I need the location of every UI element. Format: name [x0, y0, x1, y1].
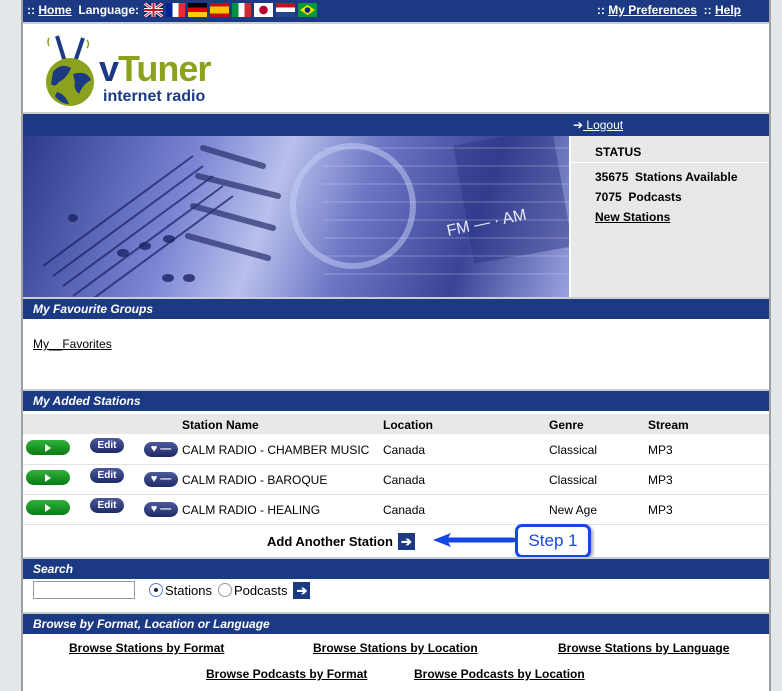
- japan-flag-icon[interactable]: [254, 3, 274, 17]
- edit-button[interactable]: Edit: [90, 468, 124, 483]
- arrow-right-icon: ➔: [573, 118, 584, 132]
- help-prefix: ::: [703, 3, 712, 17]
- station-genre: Classical: [549, 443, 598, 457]
- status-heading: STATUS: [595, 145, 642, 159]
- status-divider: [571, 162, 769, 163]
- spain-flag-icon[interactable]: [210, 3, 230, 17]
- search-go-button[interactable]: ➔: [293, 581, 311, 599]
- brand-name: vTuner: [99, 48, 211, 89]
- browse-stations-language-link[interactable]: Browse Stations by Language: [558, 641, 729, 655]
- station-location: Canada: [383, 503, 426, 517]
- search-form: Stations Podcasts ➔: [33, 581, 311, 599]
- language-label: Language:: [78, 3, 140, 17]
- home-prefix: ::: [27, 3, 35, 17]
- logout-link[interactable]: ➔ Logout: [573, 118, 623, 132]
- play-button[interactable]: [26, 500, 70, 515]
- remove-favorite-button[interactable]: ♥ —: [144, 502, 178, 517]
- favorites-group-link[interactable]: My__Favorites: [33, 337, 112, 351]
- italy-flag-icon[interactable]: [232, 3, 252, 17]
- podcasts-count: 7075 Podcasts: [595, 190, 682, 204]
- preferences-prefix: ::: [596, 3, 605, 17]
- station-name: CALM RADIO - CHAMBER MUSIC: [182, 443, 370, 457]
- header-logo-area: vTuner internet radio: [23, 22, 769, 112]
- browse-podcasts-location-link[interactable]: Browse Podcasts by Location: [414, 667, 585, 681]
- browse-podcasts-format-link[interactable]: Browse Podcasts by Format: [206, 667, 367, 681]
- section-title: My Favourite Groups: [33, 302, 154, 316]
- remove-favorite-button[interactable]: ♥ —: [144, 442, 178, 457]
- remove-favorite-button[interactable]: ♥ —: [144, 472, 178, 487]
- annotation-arrow-icon: [433, 533, 515, 547]
- station-stream: MP3: [648, 473, 673, 487]
- vtuner-logo[interactable]: vTuner internet radio: [43, 32, 211, 111]
- table-row: Edit ♥ — CALM RADIO - BAROQUE Canada Cla…: [23, 465, 769, 495]
- station-stream: MP3: [648, 443, 673, 457]
- new-stations-link[interactable]: New Stations: [595, 210, 670, 224]
- logout-bar: ➔ Logout: [23, 112, 769, 136]
- brand-tagline: internet radio: [103, 88, 206, 105]
- banner-image: FM — · AM: [23, 136, 569, 297]
- favourite-groups-header: My Favourite Groups: [23, 297, 769, 319]
- section-title: Search: [33, 562, 74, 576]
- station-stream: MP3: [648, 503, 673, 517]
- play-button[interactable]: [26, 470, 70, 485]
- top-nav-bar: :: Home Language: :: My Preferences:: H…: [23, 0, 769, 22]
- stations-radio-label: Stations: [165, 582, 212, 598]
- edit-button[interactable]: Edit: [90, 498, 124, 513]
- station-location: Canada: [383, 473, 426, 487]
- browse-stations-format-link[interactable]: Browse Stations by Format: [69, 641, 224, 655]
- brazil-flag-icon[interactable]: [298, 3, 318, 17]
- my-preferences-link[interactable]: My Preferences: [608, 3, 697, 17]
- play-button[interactable]: [26, 440, 70, 455]
- status-panel: STATUS 35675 Stations Available 7075 Pod…: [571, 136, 769, 297]
- table-row: Edit ♥ — CALM RADIO - CHAMBER MUSIC Cana…: [23, 435, 769, 465]
- germany-flag-icon[interactable]: [188, 3, 208, 17]
- col-location: Location: [383, 418, 433, 432]
- section-title: Browse by Format, Location or Language: [33, 617, 270, 631]
- step-annotation: Step 1: [515, 524, 591, 558]
- podcasts-radio[interactable]: [217, 583, 232, 597]
- france-flag-icon[interactable]: [166, 3, 186, 17]
- added-stations-header: My Added Stations: [23, 389, 769, 411]
- col-genre: Genre: [549, 418, 584, 432]
- home-link[interactable]: Home: [38, 3, 71, 17]
- station-genre: New Age: [549, 503, 598, 517]
- arrow-right-icon[interactable]: ➔: [397, 533, 415, 550]
- station-name: CALM RADIO - HEALING: [182, 503, 321, 517]
- browse-header: Browse by Format, Location or Language: [23, 612, 769, 634]
- netherlands-flag-icon[interactable]: [276, 3, 296, 17]
- search-header: Search: [23, 557, 769, 579]
- station-genre: Classical: [549, 473, 598, 487]
- uk-flag-icon[interactable]: [144, 3, 164, 17]
- podcasts-radio-label: Podcasts: [233, 582, 288, 598]
- station-name: CALM RADIO - BAROQUE: [182, 473, 328, 487]
- stations-table-header: Station Name Location Genre Stream: [23, 414, 769, 434]
- col-station-name: Station Name: [182, 418, 259, 432]
- edit-button[interactable]: Edit: [90, 438, 124, 453]
- stations-radio[interactable]: [149, 583, 163, 597]
- col-stream: Stream: [648, 418, 689, 432]
- add-another-station[interactable]: Add Another Station ➔: [267, 533, 415, 550]
- browse-stations-location-link[interactable]: Browse Stations by Location: [313, 641, 478, 655]
- add-another-station-label: Add Another Station: [267, 534, 393, 549]
- table-row: Edit ♥ — CALM RADIO - HEALING Canada New…: [23, 495, 769, 525]
- stations-count: 35675 Stations Available: [595, 170, 738, 184]
- station-location: Canada: [383, 443, 426, 457]
- language-flags: [144, 3, 318, 17]
- page: :: Home Language: :: My Preferences:: H…: [21, 0, 771, 691]
- search-input[interactable]: [33, 581, 135, 599]
- globe-antenna-icon: [46, 35, 94, 106]
- section-title: My Added Stations: [33, 394, 141, 408]
- help-link[interactable]: Help: [715, 3, 741, 17]
